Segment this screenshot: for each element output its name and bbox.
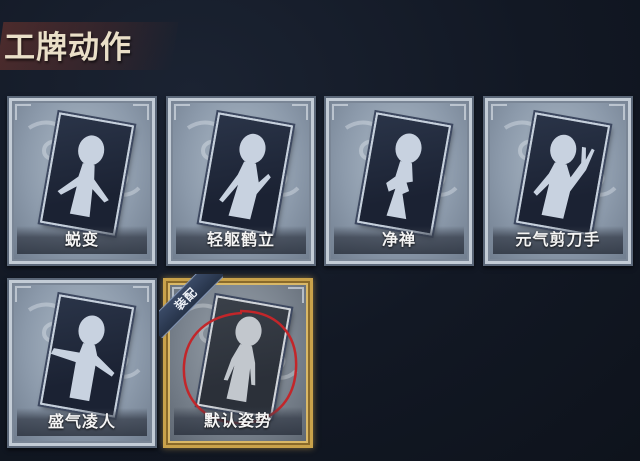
card-label: 蜕变 <box>64 230 99 249</box>
action-card-2[interactable]: 轻躯鹤立 <box>166 96 316 266</box>
card-frame: 盛气凌人 <box>7 278 157 448</box>
action-card-6-equipped[interactable]: 默认姿势 装配 <box>159 274 313 448</box>
action-card-4[interactable]: 元气剪刀手 <box>483 96 633 266</box>
section-title: 工牌动作 <box>4 30 132 66</box>
card-label: 默认姿势 <box>203 411 272 430</box>
card-label: 轻躯鹤立 <box>206 230 275 249</box>
action-card-5[interactable]: 盛气凌人 <box>7 278 157 448</box>
equipped-badge-label: 装配 <box>159 274 223 338</box>
action-page: 工牌动作 蜕变 轻躯鹤立 净禅 元气剪刀手 盛气凌人 默认姿势 装配 <box>0 0 640 461</box>
section-header: 工牌动作 <box>0 14 180 76</box>
card-label: 盛气凌人 <box>47 412 116 431</box>
card-label: 净禅 <box>381 230 416 249</box>
action-card-1[interactable]: 蜕变 <box>7 96 157 266</box>
card-label: 元气剪刀手 <box>515 230 601 249</box>
card-frame: 元气剪刀手 <box>483 96 633 266</box>
action-card-3[interactable]: 净禅 <box>324 96 474 266</box>
card-frame: 蜕变 <box>7 96 157 266</box>
equipped-badge: 装配 <box>159 274 223 338</box>
card-frame: 净禅 <box>324 96 474 266</box>
card-frame: 轻躯鹤立 <box>166 96 316 266</box>
